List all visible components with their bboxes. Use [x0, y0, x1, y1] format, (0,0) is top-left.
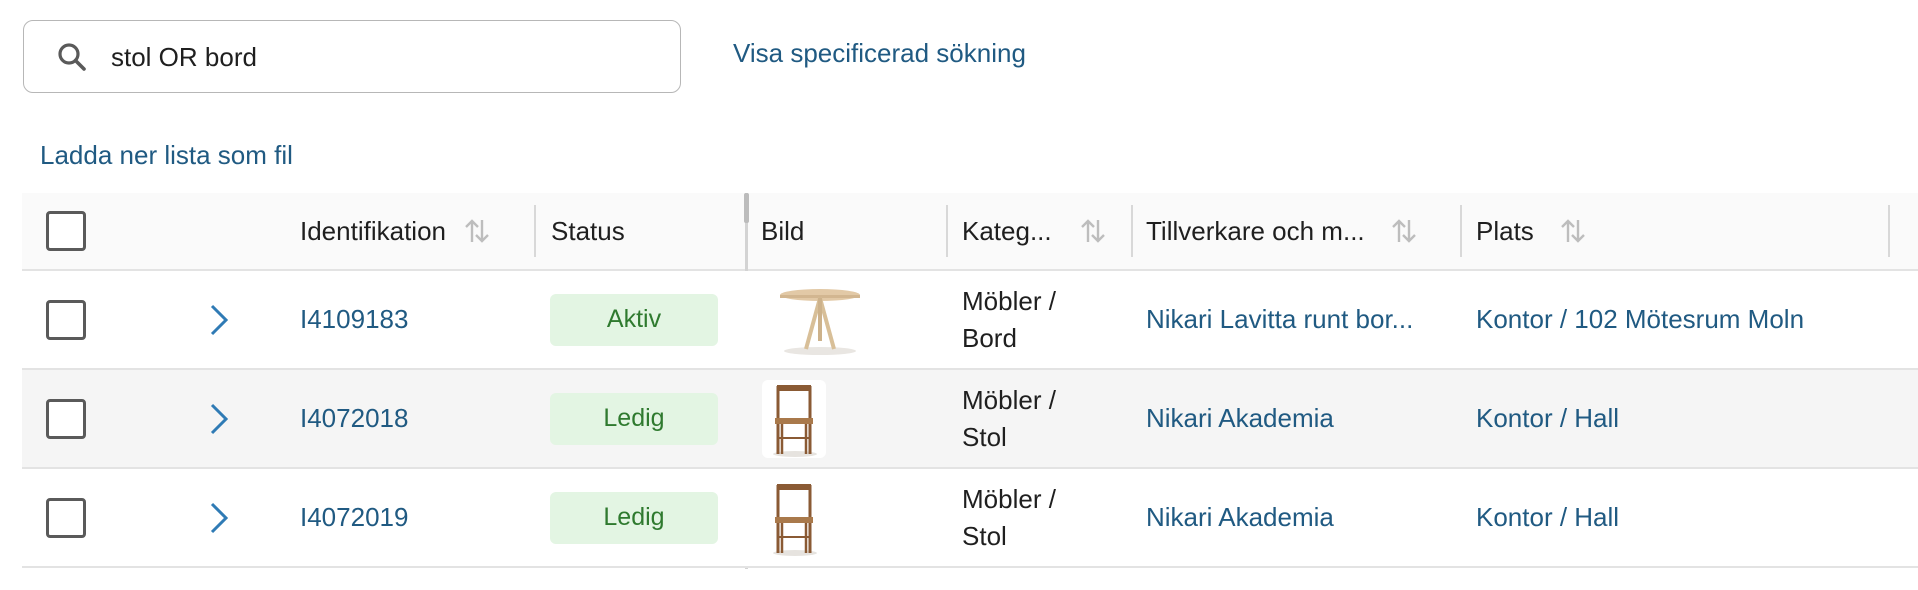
column-divider[interactable]	[946, 205, 948, 257]
row-checkbox[interactable]	[46, 497, 86, 538]
table-header: Identifikation Status Bild Kateg... Till…	[22, 193, 1918, 569]
items-table: Identifikation Status Bild Kateg... Till…	[22, 193, 1918, 569]
sort-icon[interactable]	[1558, 216, 1588, 246]
search-input[interactable]: stol OR bord	[23, 20, 681, 93]
search-input-value[interactable]: stol OR bord	[111, 21, 257, 94]
category-line: Möbler /	[962, 285, 1056, 316]
column-header-location[interactable]: Plats	[1476, 193, 1588, 269]
frozen-column-handle[interactable]	[744, 193, 749, 223]
search-icon	[58, 43, 86, 71]
chevron-right-icon[interactable]	[204, 498, 234, 538]
category-line: Bord	[962, 322, 1017, 353]
column-divider[interactable]	[534, 205, 536, 257]
column-header-category[interactable]: Kateg...	[962, 193, 1108, 269]
category-line: Stol	[962, 520, 1007, 551]
select-all-cell	[46, 193, 86, 269]
column-header-category-label: Kateg...	[962, 215, 1052, 246]
sort-icon[interactable]	[462, 216, 492, 246]
column-header-identification-label: Identifikation	[300, 215, 446, 246]
select-all-checkbox[interactable]	[46, 211, 86, 251]
column-header-manufacturer[interactable]: Tillverkare och m...	[1146, 193, 1419, 269]
advanced-search-link[interactable]: Visa specificerad sökning	[733, 38, 1026, 69]
table-row[interactable]: I4072018 Ledig Möbler / Stol Nikari Akad…	[22, 370, 1918, 469]
item-id-link[interactable]: I4072018	[300, 403, 408, 434]
chair-thumbnail[interactable]	[762, 379, 826, 458]
chair-image	[773, 384, 817, 457]
table-row[interactable]: I4109183 Aktiv Möbler / Bord Nikari Lavi…	[22, 271, 1918, 370]
column-header-status[interactable]: Status	[551, 193, 625, 269]
table-row[interactable]: I4072019 Ledig Möbler / Stol Nikari Akad…	[22, 469, 1918, 568]
status-badge: Aktiv	[550, 293, 718, 346]
column-header-status-label: Status	[551, 215, 625, 246]
chevron-right-icon[interactable]	[204, 300, 234, 340]
category-cell: Möbler / Stol	[962, 481, 1056, 555]
manufacturer-link[interactable]: Nikari Akademia	[1146, 502, 1334, 533]
sort-icon[interactable]	[1389, 216, 1419, 246]
column-header-image: Bild	[761, 193, 804, 269]
category-line: Möbler /	[962, 483, 1056, 514]
column-header-image-label: Bild	[761, 215, 805, 246]
manufacturer-link[interactable]: Nikari Lavitta runt bor...	[1146, 304, 1413, 335]
download-list-link[interactable]: Ladda ner lista som fil	[40, 140, 293, 171]
category-cell: Möbler / Stol	[962, 382, 1056, 456]
row-checkbox[interactable]	[46, 299, 86, 340]
location-link[interactable]: Kontor / Hall	[1476, 502, 1619, 533]
status-badge: Ledig	[550, 491, 718, 544]
column-divider[interactable]	[1131, 205, 1133, 257]
location-link[interactable]: Kontor / 102 Mötesrum Moln	[1476, 304, 1804, 335]
round-table-thumbnail[interactable]	[770, 280, 870, 359]
item-id-link[interactable]: I4072019	[300, 502, 408, 533]
item-id-link[interactable]: I4109183	[300, 304, 408, 335]
column-divider[interactable]	[1460, 205, 1462, 257]
column-header-identification[interactable]: Identifikation	[300, 193, 492, 269]
category-line: Möbler /	[962, 384, 1056, 415]
chair-image	[773, 483, 817, 556]
location-link[interactable]: Kontor / Hall	[1476, 403, 1619, 434]
category-cell: Möbler / Bord	[962, 283, 1056, 357]
column-header-manufacturer-label: Tillverkare och m...	[1146, 215, 1365, 246]
row-checkbox[interactable]	[46, 398, 86, 439]
manufacturer-link[interactable]: Nikari Akademia	[1146, 403, 1334, 434]
chevron-right-icon[interactable]	[204, 399, 234, 439]
sort-icon[interactable]	[1078, 216, 1108, 246]
column-header-location-label: Plats	[1476, 215, 1534, 246]
chair-thumbnail[interactable]	[762, 478, 826, 557]
table-image	[780, 288, 860, 355]
status-badge: Ledig	[550, 392, 718, 445]
column-divider[interactable]	[1888, 205, 1890, 257]
category-line: Stol	[962, 421, 1007, 452]
